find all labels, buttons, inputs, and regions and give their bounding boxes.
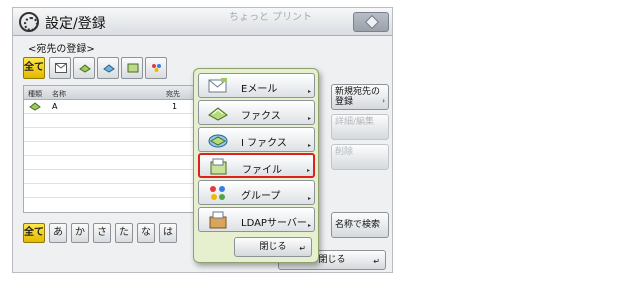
popup-item-email[interactable]: Eメール ▸ [198,73,315,98]
detail-edit-label: 詳細/編集 [335,117,375,127]
ldap-icon [209,211,227,229]
destination-list: 種類 名称 宛先 A 1 [23,85,204,213]
popup-close-button[interactable]: 閉じる ↵ [234,237,312,257]
kana-ha-button[interactable]: は [159,223,177,243]
col-dest: 宛先 [166,90,180,98]
new-destination-button[interactable]: 新規宛先の登録 › [331,84,389,110]
col-type: 種類 [28,90,42,98]
settings-gear-icon [19,12,39,32]
close-label: 閉じる [318,255,346,265]
delete-button: 削除 [331,144,389,170]
email-icon [55,63,67,73]
email-icon [208,78,227,93]
filter-group-button[interactable] [145,57,167,79]
submenu-arrow-icon: ▸ [307,115,311,122]
list-row [24,128,203,142]
popup-close-label: 閉じる [259,242,287,252]
kana-ka-button[interactable]: か [71,223,89,243]
return-icon: ↵ [299,244,306,253]
popup-item-label: I ファクス [241,138,287,149]
file-icon [127,63,139,73]
submenu-arrow-icon: ▸ [307,88,311,95]
submenu-arrow-icon: ▸ [307,222,311,229]
file-icon [210,158,227,175]
filter-fax-button[interactable] [73,57,95,79]
kana-ta-button[interactable]: た [115,223,133,243]
return-icon: ↵ [373,257,380,266]
cube-icon [364,14,380,30]
popup-item-label: ファイル [242,165,282,176]
new-destination-label: 新規宛先の登録 [335,87,381,107]
list-row [24,184,203,198]
kana-a-button[interactable]: あ [49,223,67,243]
filter-ifax-button[interactable] [97,57,119,79]
kana-all-button[interactable]: 全て [23,223,45,243]
col-name: 名称 [52,90,66,98]
submenu-arrow-icon: ▸ [307,195,311,202]
kana-sa-button[interactable]: さ [93,223,111,243]
kana-na-button[interactable]: な [137,223,155,243]
delete-label: 削除 [335,147,354,157]
popup-item-label: ファクス [241,111,281,122]
popup-item-label: グループ [241,191,281,202]
fax-icon [208,107,228,121]
ifax-icon [208,134,228,148]
section-subtitle: <宛先の登録> [28,44,95,55]
list-row [24,156,203,170]
submenu-arrow-icon: ▸ [307,142,311,149]
row-number: 1 [172,102,178,111]
list-row[interactable]: A 1 [24,100,203,114]
quick-print-label: ちょっと プリント [229,12,313,23]
popup-item-fax[interactable]: ファクス ▸ [198,100,315,125]
submenu-arrow-icon: ▸ [306,167,310,174]
page-title: 設定/登録 [45,16,106,32]
search-by-name-button[interactable]: 名称で検索 [331,212,389,238]
search-by-name-label: 名称で検索 [335,220,381,230]
popup-item-file[interactable]: ファイル ▸ [198,153,315,178]
filter-file-button[interactable] [121,57,143,79]
list-row [24,170,203,184]
arrow-icon: › [382,97,385,105]
detail-edit-button: 詳細/編集 [331,114,389,140]
popup-item-label: Eメール [241,84,278,95]
list-row [24,142,203,156]
row-name: A [52,102,58,111]
popup-item-ifax[interactable]: I ファクス ▸ [198,127,315,152]
filter-email-button[interactable] [49,57,71,79]
title-bar: 設定/登録 ちょっと プリント [13,8,392,36]
popup-item-ldap[interactable]: LDAPサーバー ▸ [198,207,315,232]
popup-item-group[interactable]: グループ ▸ [198,180,315,205]
fax-icon [29,101,41,113]
filter-all-button[interactable]: 全て [23,57,45,79]
fax-icon [79,64,91,73]
group-icon [152,64,161,72]
ifax-icon [103,64,115,73]
destination-type-popup: Eメール ▸ ファクス ▸ I ファクス ▸ ファイル ▸ グループ ▸ LDA… [193,68,319,263]
list-header: 種類 名称 宛先 [24,86,203,100]
list-row [24,114,203,128]
status-monitor-button[interactable] [353,12,389,32]
popup-item-label: LDAPサーバー [241,218,307,229]
group-icon [210,186,225,200]
